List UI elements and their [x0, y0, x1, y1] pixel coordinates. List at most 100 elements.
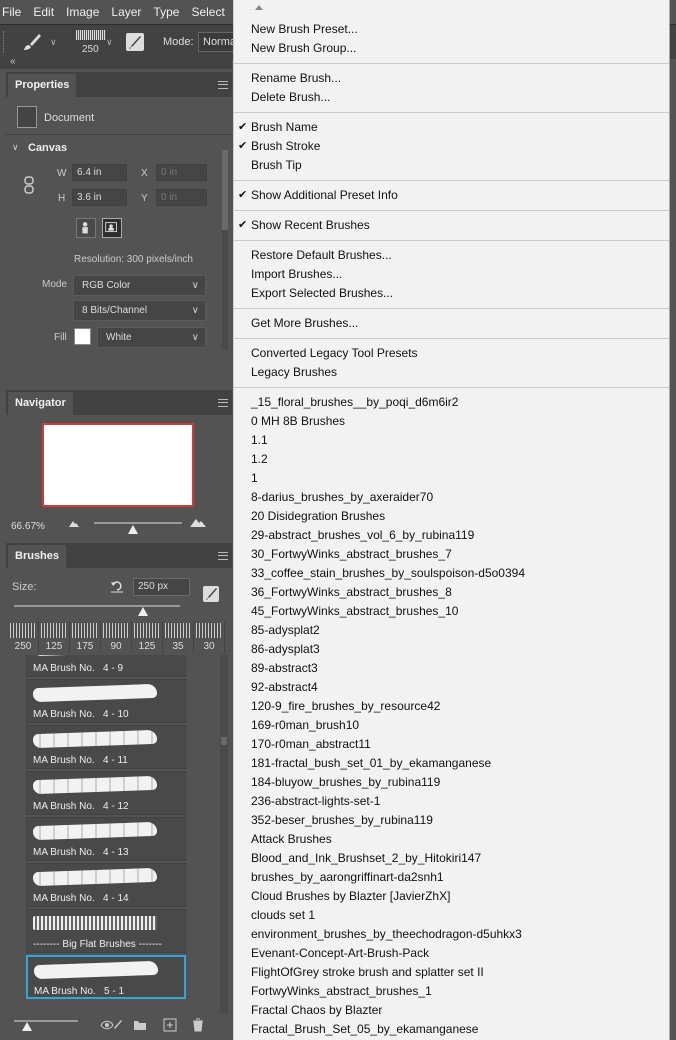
panel-menu-icon[interactable] — [218, 399, 228, 407]
delete-trash-icon[interactable] — [191, 1018, 205, 1032]
flyout-menu-item[interactable]: 169-r0man_brush10 — [251, 716, 359, 735]
new-brush-icon[interactable] — [203, 586, 219, 602]
flyout-menu-item[interactable]: 89-abstract3 — [251, 659, 318, 678]
flyout-menu-item[interactable]: clouds set 1 — [251, 906, 315, 925]
x-field[interactable]: 0 in — [156, 164, 207, 181]
flyout-menu-item[interactable]: 85-adysplat2 — [251, 621, 320, 640]
panel-collapse-strip[interactable]: « — [0, 56, 232, 69]
flyout-menu-item[interactable]: Brush Tip — [251, 156, 302, 175]
collapse-chevron-icon[interactable]: ∨ — [12, 142, 19, 153]
flyout-menu-item[interactable]: 184-bluyow_brushes_by_rubina119 — [251, 773, 440, 792]
menu-edit[interactable]: Edit — [27, 0, 60, 24]
flyout-menu-item[interactable]: FortwyWinks_abstract_brushes_1 — [251, 982, 432, 1001]
flyout-menu-item[interactable]: 45_FortwyWinks_abstract_brushes_10 — [251, 602, 458, 621]
bit-depth-select[interactable]: 8 Bits/Channel ∨ — [73, 300, 206, 321]
flyout-menu-item[interactable]: 30_FortwyWinks_abstract_brushes_7 — [251, 545, 452, 564]
flyout-menu-item[interactable]: 181-fractal_bush_set_01_by_ekamanganese — [251, 754, 491, 773]
flyout-menu-item[interactable]: 92-abstract4 — [251, 678, 318, 697]
y-field[interactable]: 0 in — [156, 189, 207, 206]
preview-size-knob[interactable] — [22, 1022, 32, 1031]
flyout-menu-item[interactable]: 8-darius_brushes_by_axeraider70 — [251, 488, 433, 507]
brush-item[interactable]: MA Brush No. 4 - 11 — [26, 725, 186, 769]
height-field[interactable]: 3.6 in — [72, 189, 127, 206]
flyout-menu-item[interactable]: 1 — [251, 469, 258, 488]
zoom-level[interactable]: 66.67% — [11, 521, 45, 532]
navigator-view-box[interactable] — [42, 423, 194, 507]
flyout-menu-item[interactable]: Restore Default Brushes... — [251, 246, 392, 265]
flyout-menu-item[interactable]: 1.1 — [251, 431, 268, 450]
zoom-slider[interactable] — [94, 522, 182, 524]
flyout-menu-item[interactable]: 29-abstract_brushes_vol_6_by_rubina119 — [251, 526, 474, 545]
collapse-arrows-icon[interactable]: « — [10, 56, 16, 67]
flyout-menu-item[interactable]: 1.2 — [251, 450, 268, 469]
brush-size-slider-knob[interactable] — [138, 607, 149, 616]
flyout-menu-item[interactable]: Show Additional Preset Info — [251, 186, 398, 205]
color-mode-select[interactable]: RGB Color ∨ — [73, 275, 206, 296]
recent-brush-6[interactable]: 30 — [194, 621, 225, 653]
brush-picker-chevron-icon[interactable]: ∨ — [106, 37, 113, 48]
menu-select[interactable]: Select — [185, 0, 230, 24]
menu-image[interactable]: Image — [60, 0, 105, 24]
menu-type[interactable]: Type — [147, 0, 185, 24]
brush-group-header[interactable]: -------- Big Flat Brushes ------- — [26, 909, 186, 953]
recent-brush-2[interactable]: 175 — [70, 621, 101, 653]
tool-preset-chevron-icon[interactable]: ∨ — [50, 37, 57, 48]
flyout-menu-item[interactable]: Brush Stroke — [251, 137, 320, 156]
brush-item[interactable]: MA Brush No. 4 - 12 — [26, 771, 186, 815]
new-group-folder-icon[interactable] — [133, 1018, 147, 1032]
brush-size-field[interactable]: 250 px — [133, 578, 190, 596]
brush-item[interactable]: MA Brush No. 5 - 1 — [26, 955, 186, 999]
flyout-menu-item[interactable]: New Brush Group... — [251, 39, 356, 58]
flyout-menu-item[interactable]: Attack Brushes — [251, 830, 332, 849]
zoom-slider-knob[interactable] — [128, 525, 138, 534]
flyout-menu-item[interactable]: 352-beser_brushes_by_rubina119 — [251, 811, 433, 830]
panel-menu-icon[interactable] — [218, 81, 228, 89]
flyout-menu-item[interactable]: Import Brushes... — [251, 265, 342, 284]
flyout-menu-item[interactable]: 33_coffee_stain_brushes_by_soulspoison-d… — [251, 564, 525, 583]
flyout-menu-item[interactable]: FlightOfGrey stroke brush and splatter s… — [251, 963, 484, 982]
brush-item[interactable]: MA Brush No. 4 - 10 — [26, 679, 186, 723]
panel-menu-icon[interactable] — [218, 552, 228, 560]
flyout-menu-item[interactable]: 86-adysplat3 — [251, 640, 320, 659]
tab-properties[interactable]: Properties — [8, 74, 77, 97]
recent-brush-5[interactable]: 35 — [163, 621, 194, 653]
flyout-menu-item[interactable]: Brush Name — [251, 118, 318, 137]
brush-settings-toggle-icon[interactable] — [126, 33, 144, 51]
menu-layer[interactable]: Layer — [105, 0, 147, 24]
flyout-menu-item[interactable]: 170-r0man_abstract11 — [251, 735, 371, 754]
brush-size-slider[interactable] — [14, 605, 180, 607]
flyout-menu-item[interactable]: Fractal Chaos by Blazter — [251, 1001, 382, 1020]
blend-mode-select[interactable]: Norma — [198, 32, 238, 52]
flyout-menu-item[interactable]: Blood_and_Ink_Brushset_2_by_Hitokiri147 — [251, 849, 481, 868]
tab-navigator[interactable]: Navigator — [8, 392, 73, 415]
recent-brush-3[interactable]: 90 — [101, 621, 132, 653]
menu-file[interactable]: File — [0, 0, 27, 24]
flyout-menu-item[interactable]: Export Selected Brushes... — [251, 284, 393, 303]
brush-preset-picker[interactable]: 250 — [74, 28, 108, 56]
flyout-menu-item[interactable]: Converted Legacy Tool Presets — [251, 344, 418, 363]
scrollbar-thumb[interactable] — [221, 737, 227, 745]
brush-item[interactable]: MA Brush No. 4 - 14 — [26, 863, 186, 907]
flyout-menu-item[interactable]: brushes_by_aarongriffinart-da2snh1 — [251, 868, 444, 887]
brush-tip-icon[interactable] — [110, 1018, 124, 1032]
flyout-menu-item[interactable]: Rename Brush... — [251, 69, 341, 88]
recent-brush-0[interactable]: 250 — [8, 621, 39, 653]
brush-list-scrollbar[interactable] — [220, 655, 228, 1013]
width-field[interactable]: 6.4 in — [72, 164, 127, 181]
flyout-menu-item[interactable]: 36_FortwyWinks_abstract_brushes_8 — [251, 583, 452, 602]
link-dimensions-icon[interactable] — [23, 176, 35, 194]
fill-select[interactable]: White ∨ — [97, 327, 206, 348]
flyout-menu-item[interactable]: _15_floral_brushes__by_poqi_d6m6ir2 — [251, 393, 458, 412]
tab-brushes[interactable]: Brushes — [8, 545, 67, 568]
flyout-menu-item[interactable]: 20 Disidegration Brushes — [251, 507, 385, 526]
brush-tool-icon[interactable] — [22, 32, 42, 52]
flyout-menu-item[interactable]: Cloud Brushes by Blazter [JavierZhX] — [251, 887, 450, 906]
recent-brush-4[interactable]: 125 — [132, 621, 163, 653]
fill-color-swatch[interactable] — [74, 328, 91, 345]
flyout-menu-item[interactable]: environment_brushes_by_theechodragon-d5u… — [251, 925, 522, 944]
flyout-menu-item[interactable]: Legacy Brushes — [251, 363, 337, 382]
flyout-menu-item[interactable]: 0 MH 8B Brushes — [251, 412, 345, 431]
reset-size-icon[interactable] — [110, 579, 124, 593]
brush-item[interactable]: MA Brush No. 4 - 9 — [26, 655, 186, 677]
zoom-in-mountain-icon[interactable] — [190, 517, 206, 527]
